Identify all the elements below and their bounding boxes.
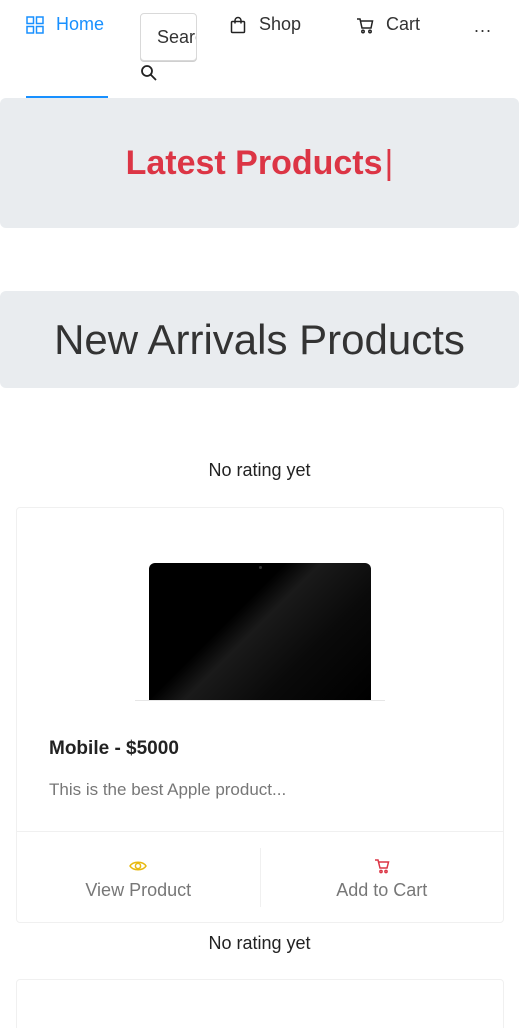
nav-cart[interactable]: Cart — [356, 14, 420, 35]
top-navigation: Home Shop Cart ... — [0, 0, 519, 100]
nav-home-label: Home — [56, 14, 105, 34]
shopping-bag-icon — [229, 16, 247, 34]
screen-reflection — [149, 563, 371, 700]
nav-shop[interactable]: Shop — [229, 14, 301, 35]
product-description: This is the best Apple product... — [49, 780, 287, 799]
product-actions: View Product Add to Cart — [17, 831, 503, 923]
appstore-icon — [26, 15, 44, 34]
product-rating: No rating yet — [208, 460, 311, 480]
view-product-label: View Product — [85, 880, 192, 900]
nav-cart-label: Cart — [386, 14, 421, 34]
image-divider — [135, 700, 385, 701]
product-rating: No rating yet — [208, 933, 311, 953]
search-field[interactable] — [140, 13, 197, 61]
search-icon[interactable] — [140, 64, 158, 82]
product-card: Mobile - $5000 This is the best Apple pr… — [16, 507, 504, 923]
new-arrivals-title: New Arrivals Products — [54, 315, 465, 363]
search-input[interactable] — [141, 14, 196, 60]
new-arrivals-banner: New Arrivals Products — [0, 291, 519, 388]
product-title: Mobile - $5000 — [49, 738, 179, 759]
latest-products-title: Latest Products — [125, 143, 383, 182]
eye-icon — [129, 858, 148, 874]
product-card — [16, 979, 504, 1028]
nav-shop-label: Shop — [259, 14, 302, 34]
typing-caret: | — [384, 143, 394, 182]
add-to-cart-label: Add to Cart — [336, 880, 428, 900]
cart-icon — [356, 16, 374, 34]
latest-products-heading: Latest Products| — [126, 144, 394, 183]
add-to-cart-button[interactable]: Add to Cart — [259, 848, 504, 907]
view-product-button[interactable]: View Product — [17, 832, 260, 923]
cart-icon — [373, 858, 391, 874]
more-menu-button[interactable]: ... — [474, 16, 492, 37]
latest-products-banner: Latest Products| — [0, 98, 519, 228]
nav-home[interactable]: Home — [26, 14, 104, 35]
camera-dot — [259, 566, 262, 569]
product-image[interactable] — [149, 563, 371, 700]
